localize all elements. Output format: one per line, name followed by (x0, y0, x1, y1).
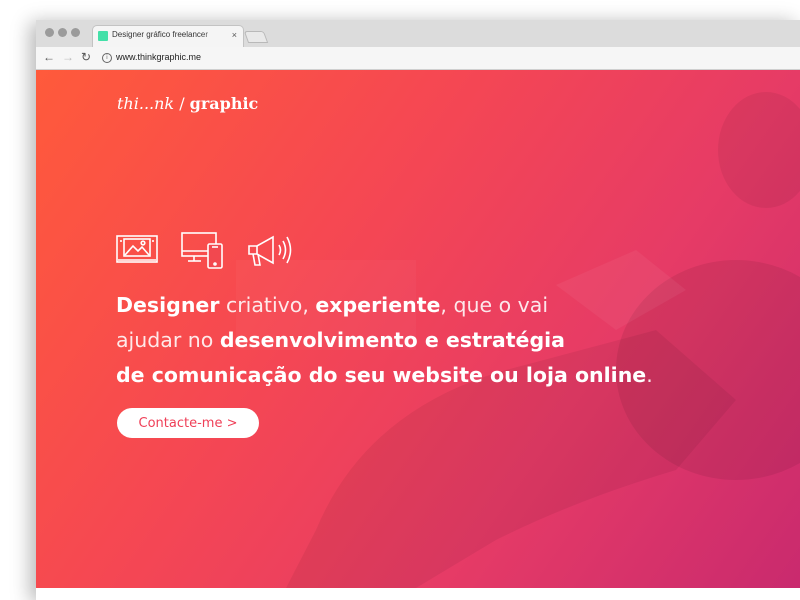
headline-que-o-vai: , que o vai (440, 293, 549, 317)
headline-period: . (646, 363, 653, 387)
address-bar[interactable]: www.thinkgraphic.me (116, 52, 201, 62)
new-tab-button[interactable] (243, 31, 269, 43)
window-zoom-dot[interactable] (71, 28, 80, 37)
headline-line-1: Designer criativo, experiente, que o vai (116, 288, 653, 323)
tab-strip: Designer gráfico freelancer × (36, 20, 800, 48)
browser-tab[interactable]: Designer gráfico freelancer × (92, 25, 244, 47)
back-icon[interactable]: ← (43, 51, 55, 63)
headline-experiente: experiente (315, 293, 441, 317)
tab-title: Designer gráfico freelancer (112, 30, 209, 39)
logo-prefix: thi...nk (117, 94, 175, 113)
image-gallery-icon (116, 235, 158, 263)
hero-section: thi...nk / graphic Designer criativo, ex… (36, 70, 800, 588)
headline: Designer criativo, experiente, que o vai… (116, 288, 653, 393)
window-minimize-dot[interactable] (58, 28, 67, 37)
contact-me-button[interactable]: Contacte-me > (117, 408, 259, 438)
headline-line-3: de comunicação do seu website ou loja on… (116, 358, 653, 393)
window-close-dot[interactable] (45, 28, 54, 37)
forward-icon[interactable]: → (62, 51, 74, 63)
headline-line-2: ajudar no desenvolvimento e estratégia (116, 323, 653, 358)
site-info-icon[interactable]: i (102, 53, 112, 63)
logo-suffix: graphic (189, 94, 259, 113)
site-logo[interactable]: thi...nk / graphic (117, 94, 258, 113)
headline-criativo: criativo, (219, 293, 316, 317)
headline-desenvolvimento: desenvolvimento e estratégia (219, 328, 565, 352)
browser-toolbar: ← → ↻ i www.thinkgraphic.me (36, 47, 800, 70)
headline-comunicacao: de comunicação do seu website ou loja on… (116, 363, 647, 387)
megaphone-icon (248, 235, 292, 266)
headline-designer: Designer (116, 293, 220, 317)
page-below-fold (36, 588, 800, 600)
browser-window: Designer gráfico freelancer × ← → ↻ i ww… (36, 20, 800, 600)
favicon-icon (98, 31, 108, 41)
reload-icon[interactable]: ↻ (81, 51, 91, 63)
tab-close-icon[interactable]: × (232, 30, 237, 40)
headline-ajudar-no: ajudar no (116, 328, 220, 352)
responsive-devices-icon (181, 232, 223, 269)
logo-separator: / (174, 94, 190, 113)
